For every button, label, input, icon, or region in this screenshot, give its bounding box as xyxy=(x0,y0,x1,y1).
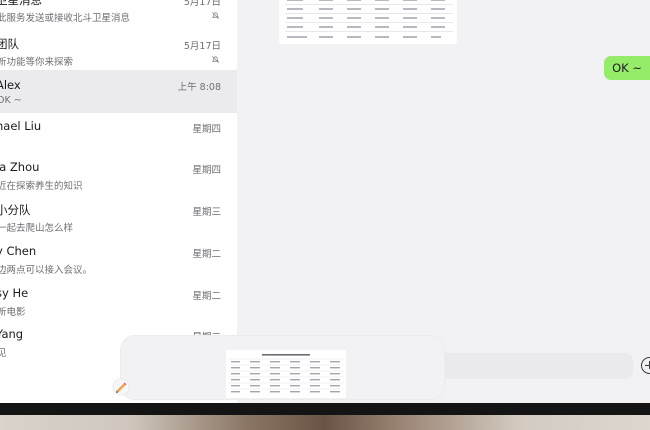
chat-item-group[interactable]: 小分队 一起去爬山怎么样 星期三 xyxy=(0,202,237,243)
chat-item-alex[interactable]: Alex OK ~ 上午 8:08 xyxy=(0,70,237,113)
chat-time: 星期二 xyxy=(192,249,221,260)
chat-preview: 新电影 xyxy=(0,307,26,318)
chat-time: 5月17日 xyxy=(183,41,221,52)
chat-time: 星期四 xyxy=(192,165,221,176)
table-grid-lines xyxy=(287,0,445,38)
outgoing-message-bubble[interactable]: OK ~ xyxy=(604,56,650,80)
chat-time: 星期四 xyxy=(192,124,221,135)
chat-name: 小分队 xyxy=(0,203,31,217)
shared-table-image[interactable] xyxy=(279,0,457,44)
message-input[interactable] xyxy=(437,353,633,379)
plus-circle-icon[interactable] xyxy=(641,357,650,374)
pen-icon[interactable] xyxy=(112,378,130,396)
chat-preview: 近在探索养生的知识 xyxy=(0,181,83,192)
chat-name: Alex xyxy=(0,78,21,92)
chat-item-michael-liu[interactable]: hael Liu 星期四 xyxy=(0,119,237,160)
background-photo xyxy=(0,415,650,430)
preview-table-lines xyxy=(229,354,344,393)
chat-item-satellite[interactable]: 卫星消息 此服务发送或接收北斗卫星消息 5月17日 xyxy=(0,0,237,33)
chat-name: hael Liu xyxy=(0,119,42,133)
chat-time: 星期二 xyxy=(192,291,221,302)
chat-time: 上午 8:08 xyxy=(177,82,221,93)
chat-name: 团队 xyxy=(0,37,19,51)
bell-off-icon xyxy=(212,56,219,63)
chat-name: sy He xyxy=(0,286,29,300)
chat-preview: 一起去爬山怎么样 xyxy=(0,223,74,234)
chat-time: 星期三 xyxy=(192,207,221,218)
chat-preview: OK ~ xyxy=(0,95,22,106)
shared-table-preview xyxy=(226,350,346,398)
chat-name: ia Zhou xyxy=(0,160,40,174)
chat-name: Yang xyxy=(0,327,24,341)
share-preview-card[interactable] xyxy=(121,336,444,399)
chat-item-he[interactable]: sy He 新电影 星期二 xyxy=(0,286,237,327)
chat-preview: 此服务发送或接收北斗卫星消息 xyxy=(0,13,131,24)
chat-preview: 新功能等你来探索 xyxy=(0,57,74,68)
chat-time: 5月17日 xyxy=(183,0,221,8)
chat-item-chen[interactable]: y Chen 边两点可以接入会议。 星期二 xyxy=(0,244,237,285)
chat-item-zhou[interactable]: ia Zhou 近在探索养生的知识 星期四 xyxy=(0,160,237,201)
chat-name: y Chen xyxy=(0,244,37,258)
chat-preview: 边两点可以接入会议。 xyxy=(0,265,93,276)
screen-bottom-bezel xyxy=(0,403,650,415)
bell-off-icon xyxy=(212,12,219,19)
chat-name: 卫星消息 xyxy=(0,0,42,7)
chat-preview: 见 xyxy=(0,348,7,359)
